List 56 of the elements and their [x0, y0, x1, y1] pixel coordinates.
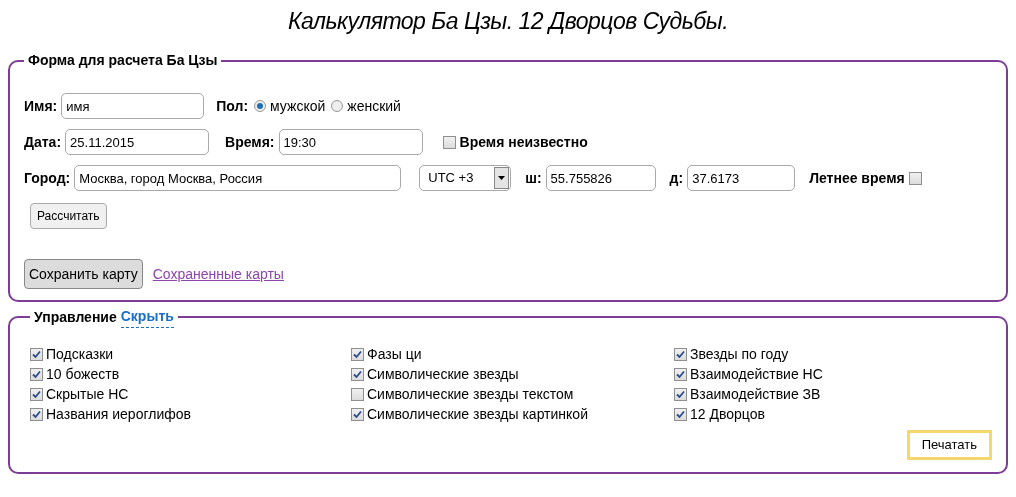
save-button[interactable]: Сохранить карту	[24, 259, 143, 289]
checkbox[interactable]	[442, 135, 456, 149]
form-legend: Форма для расчета Ба Цзы	[24, 50, 222, 71]
checkbox[interactable]	[30, 347, 43, 361]
checkbox[interactable]	[30, 387, 43, 401]
text-field[interactable]: имя	[61, 93, 205, 119]
checkbox[interactable]	[30, 367, 43, 381]
option-label: Названия иероглифов	[46, 404, 191, 424]
option-label: Взаимодействие НС	[690, 364, 823, 384]
field-label: Время:	[225, 132, 275, 152]
option-label: Символические звезды	[367, 364, 519, 384]
field-label: Пол:	[216, 96, 249, 116]
checkbox[interactable]	[351, 407, 364, 421]
option-label: Звезды по году	[690, 344, 789, 364]
checkbox[interactable]	[674, 407, 687, 421]
option-label: 10 божеств	[46, 364, 120, 384]
text-field[interactable]: Москва, город Москва, Россия	[74, 165, 402, 191]
text-field[interactable]: 55.755826	[545, 165, 656, 191]
caret-icon	[498, 176, 506, 180]
radio-label: мужской	[270, 96, 326, 116]
option-label: Символические звезды текстом	[367, 384, 574, 404]
radio-button[interactable]	[331, 100, 344, 112]
field-label: Город:	[24, 168, 71, 188]
option-label: Взаимодействие ЗВ	[690, 384, 821, 404]
checkbox[interactable]	[351, 387, 364, 401]
checkmark-icon	[353, 409, 362, 419]
radio-button[interactable]	[254, 100, 267, 112]
field-label: Летнее время	[809, 168, 905, 188]
saved-charts-link[interactable]: Сохраненные карты	[152, 263, 284, 285]
text-field[interactable]: 19:30	[278, 129, 423, 155]
text-field[interactable]: 37.6173	[687, 165, 796, 191]
checkbox[interactable]	[351, 367, 364, 381]
option-label: Фазы ци	[367, 344, 422, 364]
controls-legend: Управление	[34, 306, 117, 328]
text-field[interactable]: 25.11.2015	[65, 129, 210, 155]
option-label: Подсказки	[46, 344, 114, 364]
option-label: 12 Дворцов	[690, 404, 765, 424]
page-title: Калькулятор Ба Цзы. 12 Дворцов Судьбы.	[287, 7, 729, 36]
option-label: Символические звезды картинкой	[367, 404, 588, 424]
option-label: Скрытые НС	[46, 384, 129, 404]
field-label: Дата:	[24, 132, 62, 152]
field-label: д:	[669, 168, 684, 188]
timezone-select[interactable]: UTC +3	[419, 165, 512, 191]
checkbox[interactable]	[674, 387, 687, 401]
radio-label: женский	[347, 96, 401, 116]
checkbox[interactable]	[674, 347, 687, 361]
checkbox[interactable]	[351, 347, 364, 361]
checkbox[interactable]	[908, 171, 922, 185]
calculate-button[interactable]: Рассчитать	[30, 203, 107, 229]
print-button[interactable]: Печатать	[906, 430, 992, 460]
checkbox[interactable]	[30, 407, 43, 421]
hide-link[interactable]: Скрыть	[120, 306, 174, 328]
field-label: ш:	[525, 168, 542, 188]
field-label: Имя:	[24, 96, 58, 116]
field-label: Время неизвестно	[459, 132, 588, 152]
checkbox[interactable]	[674, 367, 687, 381]
